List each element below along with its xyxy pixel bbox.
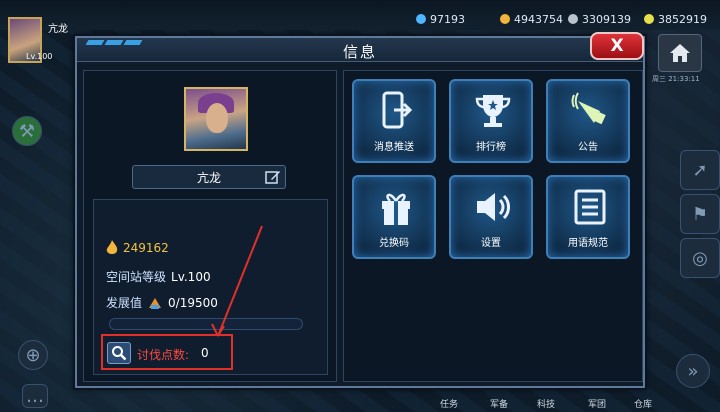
development-label: 发展值 [106, 296, 143, 310]
close-button[interactable]: X [590, 32, 644, 60]
power-row: 249162 [106, 240, 169, 256]
map-locate-button[interactable]: ⊕ [18, 340, 48, 370]
build-button[interactable]: ⚒ [12, 116, 42, 146]
station-level-value: Lv.100 [171, 269, 211, 284]
speaker-icon [477, 193, 510, 221]
kill-points-value: 0 [201, 346, 209, 360]
tile-message-push[interactable]: 消息推送 [352, 79, 436, 163]
tile-language-rules-label: 用语规范 [568, 238, 608, 249]
bottom-tab-legion[interactable]: 军团 [588, 397, 606, 410]
tile-announcement[interactable]: 公告 [546, 79, 630, 163]
portrait-face [206, 103, 228, 133]
home-button[interactable] [658, 34, 702, 72]
tile-message-push-label: 消息推送 [374, 142, 414, 153]
resource-energy[interactable]: 3852919 [644, 10, 707, 28]
player-name: 亢龙 [196, 170, 221, 185]
dialog-header: 信息 [77, 38, 643, 62]
bottom-tab-armament[interactable]: 军备 [490, 397, 508, 410]
development-progress-bar [109, 318, 303, 330]
bottom-tab-warehouse[interactable]: 仓库 [634, 397, 652, 410]
bottom-tab-tech[interactable]: 科技 [537, 397, 555, 410]
expand-button[interactable]: » [676, 354, 710, 388]
tile-leaderboard-label: 排行榜 [476, 142, 506, 153]
menu-panel: 消息推送 排行榜 公告 兑换码 设置 用语规范 [343, 70, 643, 382]
flame-icon [106, 240, 118, 254]
station-level-label: 空间站等级 [106, 270, 167, 284]
tile-leaderboard[interactable]: 排行榜 [449, 79, 533, 163]
phone-exit-icon [382, 91, 413, 129]
clock-text: 周三 21:33:11 [652, 75, 700, 83]
player-level-top: Lv.100 [26, 52, 53, 61]
side-radar-button[interactable]: ◎ [680, 238, 720, 278]
home-icon [670, 44, 690, 62]
radar-icon: ◎ [692, 247, 708, 269]
tile-settings[interactable]: 设置 [449, 175, 533, 259]
dialog-title: 信息 [342, 43, 377, 61]
flag-icon: ⚑ [691, 203, 709, 225]
hammer-icon: ⚒ [18, 120, 36, 142]
player-name-top: 亢龙 [48, 24, 68, 35]
energy-icon [644, 14, 654, 24]
edit-icon[interactable] [265, 169, 281, 185]
tile-language-rules[interactable]: 用语规范 [546, 175, 630, 259]
resource-metal[interactable]: 3309139 [568, 10, 631, 28]
power-value: 249162 [123, 241, 169, 255]
player-portrait[interactable] [184, 87, 248, 151]
tile-settings-label: 设置 [481, 238, 501, 249]
search-icon [112, 346, 127, 361]
document-icon [574, 189, 606, 225]
gift-icon [382, 193, 410, 225]
player-name-box[interactable]: 亢龙 [132, 165, 286, 189]
gold-icon [500, 14, 510, 24]
tile-announcement-label: 公告 [578, 142, 598, 153]
trophy-icon [475, 95, 511, 127]
double-chevron-icon: » [687, 360, 699, 382]
metal-icon [568, 14, 578, 24]
station-level-row: 空间站等级 Lv.100 [106, 268, 211, 285]
rocket-icon: ➚ [692, 159, 708, 181]
diamond-icon [416, 14, 426, 24]
tile-redeem-code[interactable]: 兑换码 [352, 175, 436, 259]
side-flag-button[interactable]: ⚑ [680, 194, 720, 234]
chat-icon: … [26, 385, 44, 407]
resource-diamond[interactable]: 97193 [416, 10, 465, 28]
crosshair-icon: ⊕ [25, 344, 41, 366]
tile-redeem-code-label: 兑换码 [379, 238, 409, 249]
exp-icon [149, 297, 162, 309]
kill-points-search-button[interactable] [107, 342, 131, 364]
side-fleet-button[interactable]: ➚ [680, 150, 720, 190]
chat-button[interactable]: … [22, 384, 48, 408]
bottom-tab-task[interactable]: 任务 [440, 397, 458, 410]
resource-gold[interactable]: 4943754 [500, 10, 563, 28]
kill-points-label: 讨伐点数: [137, 348, 190, 362]
megaphone-icon [571, 92, 606, 125]
development-row: 发展值 0/19500 [106, 294, 218, 311]
development-value: 0/19500 [168, 295, 218, 310]
